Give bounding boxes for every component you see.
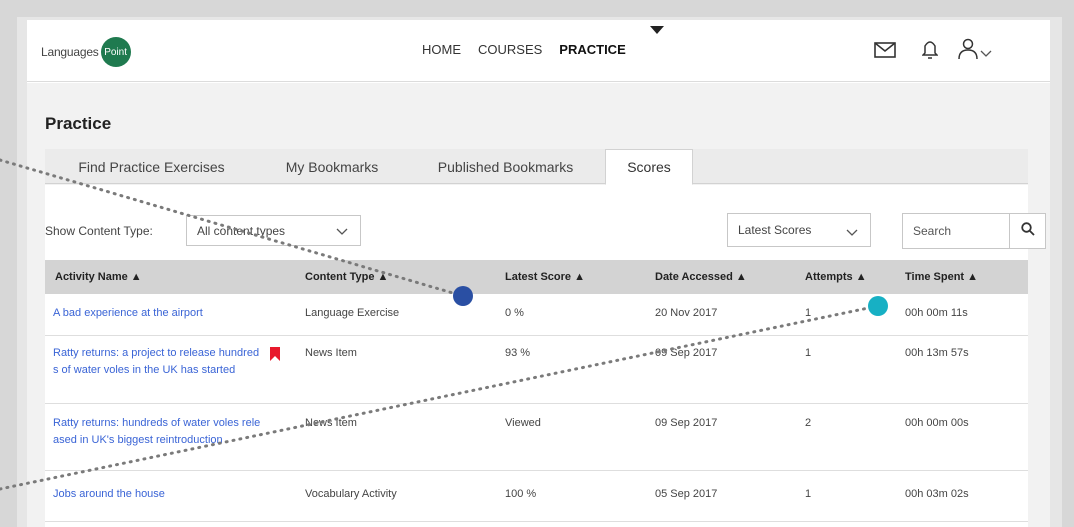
search-box xyxy=(902,213,1046,249)
attempts-cell: 2 xyxy=(805,417,812,429)
main-nav: HOME COURSES PRACTICE xyxy=(422,42,626,57)
brand-logo[interactable]: Languages Point xyxy=(41,37,131,67)
content-type-dropdown[interactable]: All content types xyxy=(186,215,361,246)
chevron-down-icon xyxy=(846,226,858,240)
bell-icon[interactable] xyxy=(921,38,939,65)
time-cell: 00h 03m 02s xyxy=(905,488,969,500)
activity-link[interactable]: Jobs around the house xyxy=(53,486,261,503)
chevron-down-icon[interactable] xyxy=(980,45,992,63)
attempts-cell: 1 xyxy=(805,307,812,319)
sort-value: Latest Scores xyxy=(738,223,812,237)
nav-courses[interactable]: COURSES xyxy=(478,42,542,57)
date-cell: 20 Nov 2017 xyxy=(655,307,718,319)
content-type-cell: News Item xyxy=(305,347,357,359)
col-time-spent[interactable]: Time Spent ▲ xyxy=(905,260,978,294)
brand-name: Languages xyxy=(41,45,99,59)
table-row: A bad experience at the airport Language… xyxy=(45,295,1028,336)
tab-find-practice-exercises[interactable]: Find Practice Exercises xyxy=(45,149,258,184)
attempts-cell: 1 xyxy=(805,347,812,359)
date-cell: 09 Sep 2017 xyxy=(655,347,718,359)
table-row: Jobs around the house Vocabulary Activit… xyxy=(45,472,1028,522)
active-nav-indicator xyxy=(650,26,664,34)
table-header: Activity Name ▲ Content Type ▲ Latest Sc… xyxy=(45,260,1028,294)
tab-scores[interactable]: Scores xyxy=(605,149,693,185)
score-cell: 100 % xyxy=(505,488,537,500)
mail-icon[interactable] xyxy=(874,42,896,63)
table-row: Ratty returns: a project to release hund… xyxy=(45,337,1028,404)
table-row: Ratty returns: hundreds of water voles r… xyxy=(45,405,1028,471)
tab-bar: Find Practice Exercises My Bookmarks Pub… xyxy=(45,149,1028,185)
date-cell: 09 Sep 2017 xyxy=(655,417,718,429)
bookmark-icon[interactable] xyxy=(269,346,281,367)
nav-practice[interactable]: PRACTICE xyxy=(559,42,625,57)
time-cell: 00h 00m 00s xyxy=(905,417,969,429)
chevron-down-icon xyxy=(336,225,348,239)
score-cell: Viewed xyxy=(505,417,541,429)
content-type-cell: Language Exercise xyxy=(305,307,400,319)
content-type-cell: News Item xyxy=(305,417,357,429)
user-icon[interactable] xyxy=(957,38,979,65)
activity-link[interactable]: Ratty returns: a project to release hund… xyxy=(53,345,261,379)
score-cell: 93 % xyxy=(505,347,531,359)
search-button[interactable] xyxy=(1009,214,1045,248)
top-header: Languages Point HOME COURSES PRACTICE xyxy=(27,20,1050,82)
col-latest-score[interactable]: Latest Score ▲ xyxy=(505,260,585,294)
content-type-value: All content types xyxy=(197,223,286,238)
activity-link[interactable]: A bad experience at the airport xyxy=(53,305,261,322)
brand-badge: Point xyxy=(100,37,131,67)
page-title: Practice xyxy=(45,114,112,133)
time-cell: 00h 00m 11s xyxy=(905,307,968,319)
tab-published-bookmarks[interactable]: Published Bookmarks xyxy=(406,149,605,184)
time-cell: 00h 13m 57s xyxy=(905,347,969,359)
col-content-type[interactable]: Content Type ▲ xyxy=(305,260,388,294)
score-cell: 0 % xyxy=(505,307,524,319)
col-activity-name[interactable]: Activity Name ▲ xyxy=(55,260,142,294)
content-type-cell: Vocabulary Activity xyxy=(305,488,397,500)
date-cell: 05 Sep 2017 xyxy=(655,488,718,500)
sort-dropdown[interactable]: Latest Scores xyxy=(727,213,871,247)
col-date-accessed[interactable]: Date Accessed ▲ xyxy=(655,260,747,294)
content-type-label: Show Content Type: xyxy=(45,224,153,238)
nav-home[interactable]: HOME xyxy=(422,42,461,57)
attempts-cell: 1 xyxy=(805,488,812,500)
activity-link[interactable]: Ratty returns: hundreds of water voles r… xyxy=(53,415,261,449)
search-input[interactable] xyxy=(913,224,1008,238)
tab-my-bookmarks[interactable]: My Bookmarks xyxy=(258,149,406,184)
col-attempts[interactable]: Attempts ▲ xyxy=(805,260,867,294)
search-icon xyxy=(1020,221,1035,241)
